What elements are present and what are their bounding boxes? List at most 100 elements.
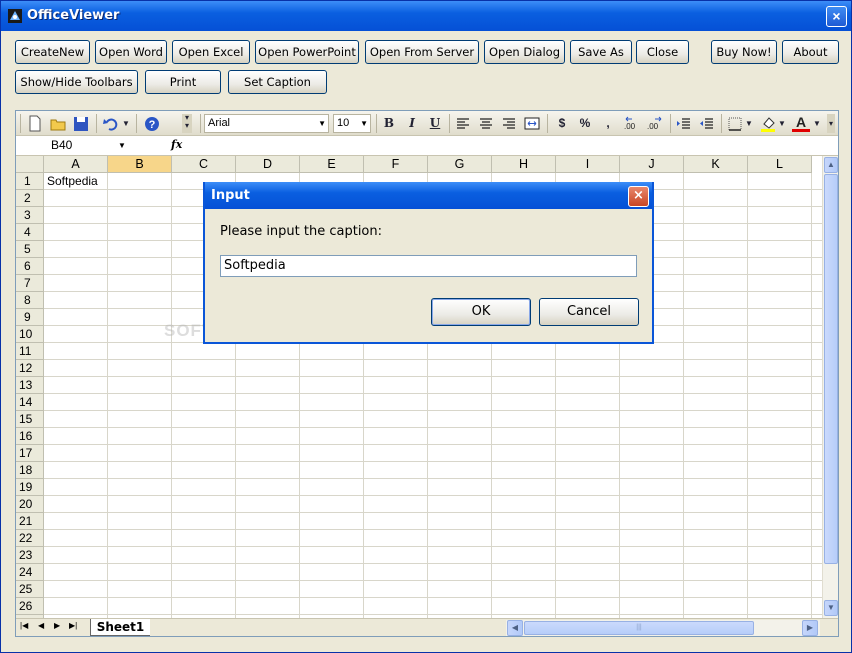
fill-dropdown-icon[interactable]: ▼: [778, 114, 786, 133]
scroll-left-icon[interactable]: ◀: [507, 620, 523, 636]
window-close-icon[interactable]: ×: [826, 6, 847, 27]
row-header-24[interactable]: 24: [16, 564, 44, 581]
fill-color-icon[interactable]: [759, 114, 777, 133]
dialog-close-icon[interactable]: ×: [628, 186, 649, 207]
decrease-decimal-icon[interactable]: .00: [645, 114, 665, 133]
row-header-8[interactable]: 8: [16, 292, 44, 309]
row-header-4[interactable]: 4: [16, 224, 44, 241]
merge-center-icon[interactable]: [523, 114, 541, 133]
horizontal-scrollbar[interactable]: ◀ ||| ▶: [506, 620, 820, 636]
close-button[interactable]: Close: [636, 40, 689, 64]
sheet-tab-sheet1[interactable]: Sheet1: [90, 619, 150, 636]
increase-indent-icon[interactable]: [698, 114, 716, 133]
italic-button[interactable]: I: [403, 114, 421, 133]
align-center-icon[interactable]: [477, 114, 495, 133]
column-header-e[interactable]: E: [300, 156, 364, 173]
help-icon[interactable]: ?: [143, 114, 161, 133]
name-box[interactable]: B40 ▼: [18, 137, 128, 154]
row-header-12[interactable]: 12: [16, 360, 44, 377]
open-excel-button[interactable]: Open Excel: [172, 40, 250, 64]
borders-dropdown-icon[interactable]: ▼: [745, 114, 753, 133]
scroll-right-icon[interactable]: ▶: [802, 620, 818, 636]
open-word-button[interactable]: Open Word: [95, 40, 167, 64]
scroll-down-icon[interactable]: ▼: [824, 600, 838, 616]
column-header-g[interactable]: G: [428, 156, 492, 173]
column-header-i[interactable]: I: [556, 156, 620, 173]
percent-button[interactable]: %: [576, 114, 594, 133]
font-size-select[interactable]: 10 ▼: [333, 114, 371, 133]
decrease-indent-icon[interactable]: [675, 114, 693, 133]
fx-icon[interactable]: fx: [171, 138, 182, 151]
column-header-h[interactable]: H: [492, 156, 556, 173]
ok-button[interactable]: OK: [431, 298, 531, 326]
align-right-icon[interactable]: [500, 114, 518, 133]
row-header-26[interactable]: 26: [16, 598, 44, 615]
open-folder-icon[interactable]: [49, 114, 67, 133]
row-header-2[interactable]: 2: [16, 190, 44, 207]
row-header-11[interactable]: 11: [16, 343, 44, 360]
column-header-c[interactable]: C: [172, 156, 236, 173]
row-header-6[interactable]: 6: [16, 258, 44, 275]
row-header-3[interactable]: 3: [16, 207, 44, 224]
create-new-button[interactable]: CreateNew: [15, 40, 90, 64]
open-powerpoint-button[interactable]: Open PowerPoint: [255, 40, 359, 64]
scroll-up-icon[interactable]: ▲: [824, 157, 838, 173]
save-as-button[interactable]: Save As: [570, 40, 632, 64]
row-header-14[interactable]: 14: [16, 394, 44, 411]
undo-icon[interactable]: [102, 114, 120, 133]
cell-a1[interactable]: Softpedia: [47, 173, 98, 190]
set-caption-button[interactable]: Set Caption: [228, 70, 327, 94]
prev-sheet-icon[interactable]: ◀: [38, 621, 44, 630]
increase-decimal-icon[interactable]: .00: [622, 114, 642, 133]
column-header-b[interactable]: B: [108, 156, 172, 173]
first-sheet-icon[interactable]: |◀: [20, 621, 28, 630]
save-icon[interactable]: [72, 114, 90, 133]
row-header-7[interactable]: 7: [16, 275, 44, 292]
row-header-5[interactable]: 5: [16, 241, 44, 258]
next-sheet-icon[interactable]: ▶: [54, 621, 60, 630]
new-document-icon[interactable]: [26, 114, 44, 133]
vertical-scroll-thumb[interactable]: [824, 174, 838, 564]
row-header-10[interactable]: 10: [16, 326, 44, 343]
last-sheet-icon[interactable]: ▶|: [69, 621, 77, 630]
row-header-16[interactable]: 16: [16, 428, 44, 445]
open-dialog-button[interactable]: Open Dialog: [484, 40, 565, 64]
row-header-21[interactable]: 21: [16, 513, 44, 530]
column-header-d[interactable]: D: [236, 156, 300, 173]
row-header-23[interactable]: 23: [16, 547, 44, 564]
select-all-corner[interactable]: [16, 156, 44, 173]
column-header-a[interactable]: A: [44, 156, 108, 173]
row-header-9[interactable]: 9: [16, 309, 44, 326]
borders-icon[interactable]: [726, 114, 744, 133]
about-button[interactable]: About: [782, 40, 839, 64]
caption-input[interactable]: Softpedia: [220, 255, 637, 277]
show-hide-toolbars-button[interactable]: Show/Hide Toolbars: [15, 70, 138, 94]
row-header-15[interactable]: 15: [16, 411, 44, 428]
underline-button[interactable]: U: [426, 114, 444, 133]
column-header-j[interactable]: J: [620, 156, 684, 173]
row-header-13[interactable]: 13: [16, 377, 44, 394]
vertical-scrollbar[interactable]: ▲ ▼: [822, 156, 838, 618]
row-header-1[interactable]: 1: [16, 173, 44, 190]
column-header-f[interactable]: F: [364, 156, 428, 173]
horizontal-scroll-thumb[interactable]: |||: [524, 621, 754, 635]
row-header-25[interactable]: 25: [16, 581, 44, 598]
undo-dropdown-icon[interactable]: ▼: [122, 114, 130, 133]
currency-button[interactable]: $: [553, 114, 571, 133]
open-from-server-button[interactable]: Open From Server: [365, 40, 479, 64]
column-header-l[interactable]: L: [748, 156, 812, 173]
font-color-button[interactable]: A: [792, 114, 810, 132]
bold-button[interactable]: B: [380, 114, 398, 133]
print-button[interactable]: Print: [145, 70, 221, 94]
buy-now-button[interactable]: Buy Now!: [711, 40, 777, 64]
font-color-dropdown-icon[interactable]: ▼: [813, 114, 821, 133]
toolbar-overflow-icon[interactable]: ▾ ▾: [182, 114, 192, 133]
row-header-22[interactable]: 22: [16, 530, 44, 547]
row-header-18[interactable]: 18: [16, 462, 44, 479]
row-header-17[interactable]: 17: [16, 445, 44, 462]
column-header-k[interactable]: K: [684, 156, 748, 173]
row-header-19[interactable]: 19: [16, 479, 44, 496]
toolbar-options-icon[interactable]: ▾: [827, 114, 835, 133]
align-left-icon[interactable]: [454, 114, 472, 133]
cancel-button[interactable]: Cancel: [539, 298, 639, 326]
